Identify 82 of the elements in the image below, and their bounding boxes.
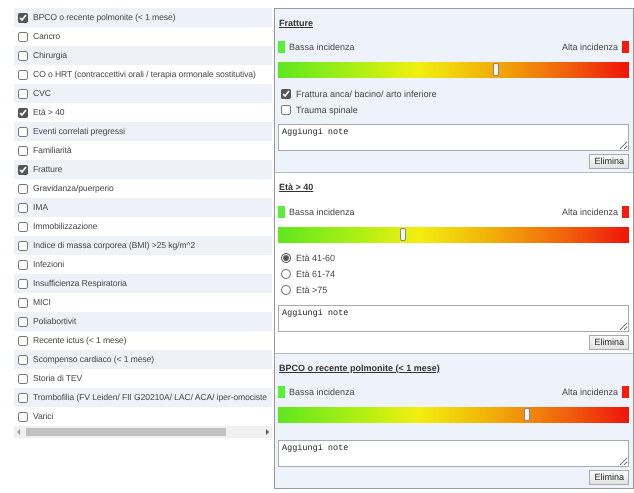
checkbox[interactable] (18, 202, 28, 212)
panel-title: Fratture (279, 18, 314, 28)
incidence-slider[interactable] (278, 226, 629, 243)
factor-label: Eventi correlati pregressi (33, 126, 125, 136)
checkbox[interactable] (18, 126, 28, 136)
low-swatch (278, 41, 285, 54)
checkbox[interactable] (18, 164, 28, 174)
notes-field[interactable]: Aggiungi note (278, 304, 629, 332)
delete-button[interactable]: Elimina (589, 154, 629, 170)
factor-label: Scompenso cardiaco (< 1 mese) (33, 354, 154, 364)
checkbox[interactable] (18, 184, 28, 194)
checkbox[interactable] (18, 108, 28, 118)
high-swatch (622, 206, 629, 218)
option-label: Frattura anca/ bacino/ arto inferiore (296, 88, 437, 100)
factor-label: Indice di massa corporea (BMI) >25 kg/m^2 (33, 240, 196, 250)
factor-label: CVC (33, 88, 51, 98)
checkbox[interactable] (18, 392, 28, 402)
option-label: Età >75 (296, 285, 328, 296)
panel-title: BPCO o recente polmonite (< 1 mese) (279, 362, 440, 374)
slider-handle[interactable] (524, 408, 530, 422)
high-label: Alta incidenza (562, 42, 618, 53)
checkbox[interactable] (18, 412, 28, 422)
checkbox[interactable] (18, 70, 28, 80)
factor-label: Storia di TEV (33, 374, 82, 384)
checkbox[interactable] (18, 336, 28, 346)
incidence-slider[interactable] (278, 407, 629, 424)
option-label: Età 41-60 (296, 253, 336, 264)
factor-label: Chirurgia (33, 50, 67, 60)
high-label: Alta incidenza (562, 206, 618, 217)
checkbox[interactable] (18, 316, 28, 326)
high-swatch (622, 41, 629, 54)
incidence-slider[interactable] (278, 62, 629, 78)
checkbox[interactable] (18, 278, 28, 288)
factor-label: Immobilizzazione (33, 222, 98, 232)
factor-label: Infezioni (33, 260, 64, 270)
checkbox[interactable] (18, 374, 28, 384)
low-label: Bassa incidenza (289, 206, 355, 217)
option-label: Trauma spinale (296, 104, 358, 116)
checkbox[interactable] (18, 50, 28, 60)
checkbox[interactable] (18, 260, 28, 270)
factor-label: MICI (33, 298, 51, 308)
factor-label: Familiarità (33, 146, 72, 156)
low-swatch (278, 386, 285, 398)
option-label: Età 61-74 (296, 269, 336, 280)
checkbox[interactable] (18, 354, 28, 364)
factor-label: Cancro (33, 32, 60, 42)
delete-button[interactable]: Elimina (589, 334, 629, 350)
factor-label: IMA (33, 202, 48, 212)
high-swatch (622, 386, 629, 398)
checkbox[interactable] (18, 298, 28, 308)
low-label: Bassa incidenza (289, 387, 355, 398)
horizontal-scrollbar[interactable] (14, 426, 272, 438)
factor-label: Trombofilia (FV Leiden/ FII G20210A/ LAC/ ACA/ iper-omociste (33, 392, 267, 402)
checkbox[interactable] (18, 146, 28, 156)
factor-label: Fratture (33, 164, 62, 174)
panel-title: Età > 40 (279, 182, 314, 193)
factor-label: Gravidanza/puerperio (33, 184, 114, 194)
notes-field[interactable]: Aggiungi note (278, 124, 629, 152)
checkbox[interactable] (18, 88, 28, 98)
factor-label: Insufficienza Respiratoria (33, 278, 127, 288)
notes-field[interactable]: Aggiungi note (278, 440, 629, 468)
slider-handle[interactable] (400, 228, 406, 241)
checkbox[interactable] (18, 240, 28, 250)
checkbox[interactable] (281, 88, 291, 99)
checkbox[interactable] (18, 32, 28, 42)
checkbox[interactable] (281, 104, 291, 115)
delete-button[interactable]: Elimina (589, 470, 629, 486)
factor-label: Varici (33, 412, 54, 422)
slider-handle[interactable] (492, 63, 499, 76)
low-label: Bassa incidenza (289, 42, 355, 53)
low-swatch (278, 206, 285, 218)
radio-button[interactable] (281, 285, 291, 296)
factor-label: BPCO o recente polmonite (< 1 mese) (33, 12, 176, 22)
high-label: Alta incidenza (562, 387, 618, 398)
checkbox[interactable] (18, 222, 28, 232)
factor-label: Età > 40 (33, 108, 64, 118)
factor-label: CO o HRT (contraccettivi orali / terapia ormonale sostitutiva) (33, 70, 256, 80)
factor-label: Recente ictus (< 1 mese) (33, 336, 126, 346)
factor-label: Poliabortivit (33, 316, 76, 326)
radio-button[interactable] (281, 253, 291, 264)
radio-button[interactable] (281, 269, 291, 280)
checkbox[interactable] (18, 12, 28, 22)
